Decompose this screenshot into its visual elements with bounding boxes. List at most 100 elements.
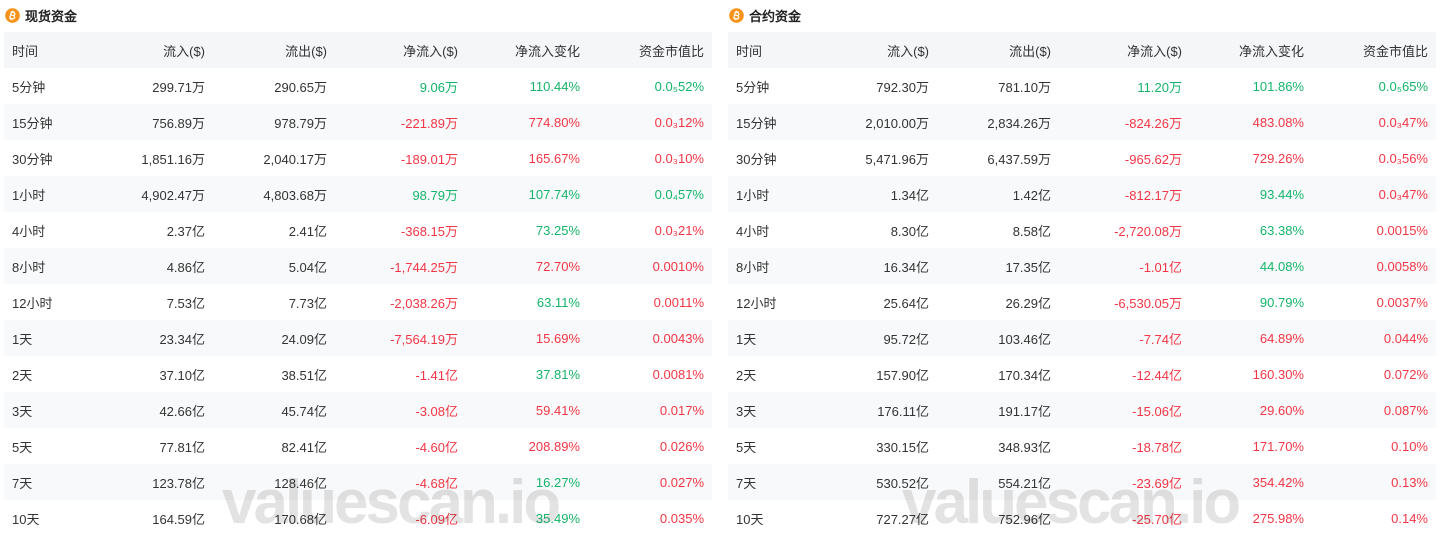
outflow-cell: 26.29亿 [1005, 295, 1051, 311]
time-cell: 10天 [736, 511, 764, 527]
market-cap-ratio-cell: 0.035% [659, 510, 704, 526]
column-header-outflow: 流出($) [1009, 43, 1051, 59]
inflow-cell: 299.71万 [152, 79, 205, 95]
table-body: 5分钟 299.71万 290.65万 9.06万 110.44% 0.0₅52% 15分钟… [4, 68, 712, 536]
panel-header: 合约资金 [728, 0, 801, 30]
outflow-cell: 5.04亿 [288, 259, 327, 275]
time-cell: 12小时 [12, 295, 53, 311]
contract-funds-table: 时间 流入($) 流出($) 净流入($) 净流入变化 资金市值比 5分钟 792.30万 7… [728, 32, 1436, 536]
inflow-cell: 2,010.00万 [865, 115, 929, 131]
outflow-cell: 2.41亿 [288, 223, 327, 239]
bitcoin-icon [729, 7, 744, 23]
net-inflow-cell: -7.74亿 [1139, 331, 1182, 347]
net-inflow-cell: -2,720.08万 [1114, 223, 1182, 239]
table-row: 10天 164.59亿 170.68亿 -6.09亿 35.49% 0.035% [4, 500, 712, 536]
net-inflow-cell: -23.69亿 [1132, 475, 1182, 491]
bitcoin-icon [5, 7, 20, 23]
market-cap-ratio-cell: 0.0043% [652, 330, 704, 346]
table-row: 30分钟 1,851.16万 2,040.17万 -189.01万 165.67% 0.0… [4, 140, 712, 176]
panel-title: 现货资金 [25, 8, 78, 24]
table-row: 3天 176.11亿 191.17亿 -15.06亿 29.60% 0.087% [728, 392, 1436, 428]
outflow-cell: 103.46亿 [998, 331, 1051, 347]
net-inflow-change-cell: 354.42% [1252, 474, 1304, 490]
panel-header: 现货资金 [4, 0, 77, 30]
outflow-cell: 45.74亿 [281, 403, 327, 419]
inflow-cell: 164.59亿 [152, 511, 205, 527]
net-inflow-cell: 9.06万 [419, 79, 458, 95]
time-cell: 15分钟 [736, 115, 777, 131]
time-cell: 1天 [736, 331, 757, 347]
inflow-cell: 77.81亿 [159, 439, 205, 455]
table-header-row: 时间 流入($) 流出($) 净流入($) 净流入变化 资金市值比 [4, 32, 712, 68]
time-cell: 30分钟 [12, 151, 53, 167]
net-inflow-change-cell: 93.44% [1259, 186, 1304, 202]
column-header-market-cap-ratio: 资金市值比 [638, 43, 704, 59]
spot-funds-panel: 现货资金 时间 流入($) 流出($) 净流入($) 净流入变化 资金市值比 5分钟 299… [4, 0, 712, 537]
table-row: 12小时 25.64亿 26.29亿 -6,530.05万 90.79% 0.0037% [728, 284, 1436, 320]
net-inflow-change-cell: 64.89% [1259, 330, 1304, 346]
inflow-cell: 7.53亿 [166, 295, 205, 311]
table-header-row: 时间 流入($) 流出($) 净流入($) 净流入变化 资金市值比 [728, 32, 1436, 68]
panel-title: 合约资金 [749, 8, 802, 24]
inflow-cell: 176.11亿 [877, 403, 929, 419]
outflow-cell: 170.34亿 [998, 367, 1051, 383]
outflow-cell: 2,040.17万 [263, 151, 327, 167]
column-header-time: 时间 [12, 43, 39, 59]
market-cap-ratio-cell: 0.072% [1383, 366, 1428, 382]
market-cap-ratio-cell: 0.0₃12% [654, 114, 704, 130]
net-inflow-cell: -4.68亿 [415, 475, 458, 491]
column-header-net-inflow: 净流入($) [1127, 43, 1182, 59]
contract-funds-panel: 合约资金 时间 流入($) 流出($) 净流入($) 净流入变化 资金市值比 5分钟 792… [728, 0, 1436, 537]
time-cell: 30分钟 [736, 151, 777, 167]
time-cell: 2天 [736, 367, 757, 383]
table-row: 2天 157.90亿 170.34亿 -12.44亿 160.30% 0.072% [728, 356, 1436, 392]
spot-funds-table: 时间 流入($) 流出($) 净流入($) 净流入变化 资金市值比 5分钟 299.71万 2… [4, 32, 712, 536]
inflow-cell: 16.34亿 [883, 259, 929, 275]
outflow-cell: 128.46亿 [274, 475, 327, 491]
market-cap-ratio-cell: 0.026% [659, 438, 704, 454]
time-cell: 4小时 [736, 223, 770, 239]
table-row: 3天 42.66亿 45.74亿 -3.08亿 59.41% 0.017% [4, 392, 712, 428]
net-inflow-cell: -7,564.19万 [390, 331, 458, 347]
table-row: 15分钟 2,010.00万 2,834.26万 -824.26万 483.08% 0.0… [728, 104, 1436, 140]
time-cell: 8小时 [12, 259, 46, 275]
inflow-cell: 95.72亿 [883, 331, 929, 347]
inflow-cell: 42.66亿 [159, 403, 205, 419]
table-row: 10天 727.27亿 752.96亿 -25.70亿 275.98% 0.14% [728, 500, 1436, 536]
inflow-cell: 330.15亿 [876, 439, 929, 455]
column-header-outflow: 流出($) [285, 43, 327, 59]
net-inflow-change-cell: 35.49% [535, 510, 580, 526]
outflow-cell: 4,803.68万 [263, 187, 327, 203]
net-inflow-change-cell: 171.70% [1252, 438, 1304, 454]
time-cell: 3天 [12, 403, 33, 419]
table-row: 5天 330.15亿 348.93亿 -18.78亿 171.70% 0.10% [728, 428, 1436, 464]
market-cap-ratio-cell: 0.044% [1383, 330, 1428, 346]
inflow-cell: 727.27亿 [876, 511, 929, 527]
inflow-cell: 37.10亿 [159, 367, 205, 383]
net-inflow-cell: -221.89万 [400, 115, 458, 131]
outflow-cell: 17.35亿 [1005, 259, 1051, 275]
table-row: 7天 530.52亿 554.21亿 -23.69亿 354.42% 0.13% [728, 464, 1436, 500]
market-cap-ratio-cell: 0.0₃47% [1378, 186, 1428, 202]
inflow-cell: 8.30亿 [890, 223, 929, 239]
outflow-cell: 6,437.59万 [987, 151, 1051, 167]
time-cell: 12小时 [736, 295, 777, 311]
table-row: 1小时 1.34亿 1.42亿 -812.17万 93.44% 0.0₃47% [728, 176, 1436, 212]
outflow-cell: 554.21亿 [998, 475, 1051, 491]
column-header-inflow: 流入($) [163, 43, 205, 59]
net-inflow-change-cell: 275.98% [1252, 510, 1304, 526]
net-inflow-cell: -15.06亿 [1132, 403, 1182, 419]
table-row: 4小时 8.30亿 8.58亿 -2,720.08万 63.38% 0.0015% [728, 212, 1436, 248]
market-cap-ratio-cell: 0.13% [1391, 474, 1428, 490]
table-row: 30分钟 5,471.96万 6,437.59万 -965.62万 729.26% 0.0… [728, 140, 1436, 176]
market-cap-ratio-cell: 0.0081% [652, 366, 704, 382]
net-inflow-change-cell: 160.30% [1252, 366, 1304, 382]
market-cap-ratio-cell: 0.087% [1383, 402, 1428, 418]
net-inflow-cell: -18.78亿 [1132, 439, 1182, 455]
net-inflow-cell: -965.62万 [1124, 151, 1182, 167]
table-row: 5天 77.81亿 82.41亿 -4.60亿 208.89% 0.026% [4, 428, 712, 464]
inflow-cell: 123.78亿 [152, 475, 205, 491]
inflow-cell: 756.89万 [152, 115, 205, 131]
net-inflow-cell: -1,744.25万 [390, 259, 458, 275]
table-row: 5分钟 792.30万 781.10万 11.20万 101.86% 0.0₅65% [728, 68, 1436, 104]
